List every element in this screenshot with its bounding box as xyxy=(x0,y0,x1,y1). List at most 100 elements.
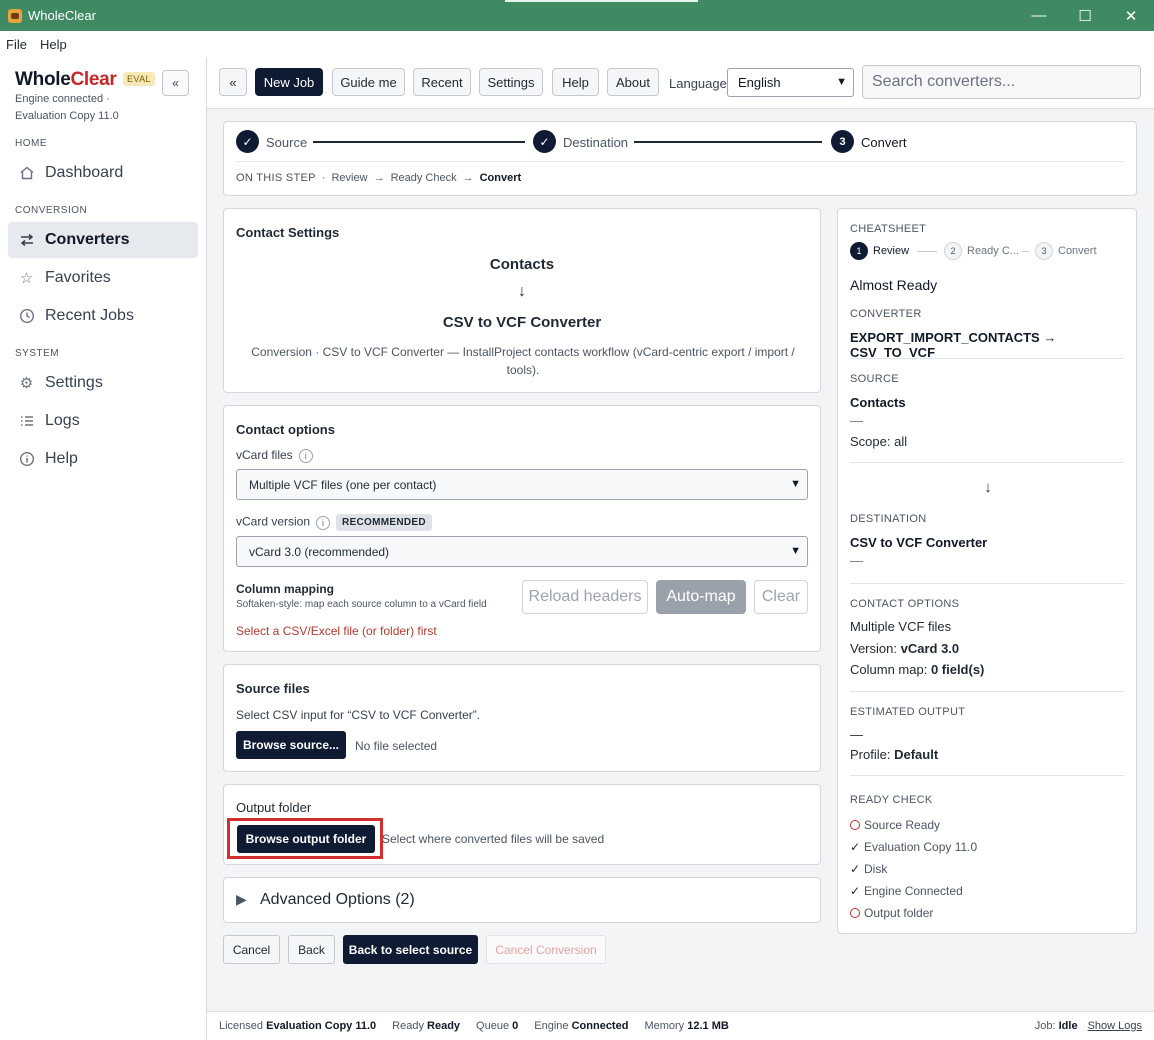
title-bar: WholeClear — ☐ ✕ xyxy=(0,0,1154,31)
source-files-panel: Source files Select CSV input for “CSV t… xyxy=(223,664,821,772)
toolbar-back-button[interactable]: « xyxy=(219,68,247,96)
step-source-label[interactable]: Source xyxy=(266,135,307,150)
search-input[interactable]: Search converters... xyxy=(862,65,1141,99)
nav-section-home: HOME xyxy=(15,138,47,149)
close-icon[interactable]: ✕ xyxy=(1108,0,1154,31)
nav-section-conversion: CONVERSION xyxy=(15,205,88,216)
cheatsheet-title: CHEATSHEET xyxy=(850,223,927,235)
home-icon xyxy=(18,165,35,182)
vcard-version-label: vCard version i RECOMMENDED xyxy=(236,514,432,531)
ready-check-item: Output folder xyxy=(850,906,933,920)
readiness-status: Almost Ready xyxy=(850,277,938,293)
language-label: Language xyxy=(669,76,727,91)
select-value: vCard 3.0 (recommended) xyxy=(249,544,390,559)
eval-badge: EVAL xyxy=(123,72,155,86)
column-mapping-hint: Softaken-style: map each source column t… xyxy=(236,599,487,610)
vcard-files-select[interactable]: Multiple VCF files (one per contact) ▼ xyxy=(236,469,808,500)
sidebar-item-label: Logs xyxy=(45,412,80,429)
sidebar-item-dashboard[interactable]: Dashboard xyxy=(8,155,198,191)
sidebar-item-logs[interactable]: Logs xyxy=(8,403,198,439)
ready-check-heading: READY CHECK xyxy=(850,794,933,806)
status-memory: Memory 12.1 MB xyxy=(644,1020,729,1032)
help-button[interactable]: Help xyxy=(552,68,599,96)
column-map-line: Column map: 0 field(s) xyxy=(850,662,985,677)
language-select[interactable]: English ▼ xyxy=(727,68,854,97)
maximize-icon[interactable]: ☐ xyxy=(1062,0,1108,31)
back-to-select-source-button[interactable]: Back to select source xyxy=(343,935,478,964)
guide-me-button[interactable]: Guide me xyxy=(332,68,405,96)
browse-source-button[interactable]: Browse source... xyxy=(236,731,346,759)
estimated-output-dash: — xyxy=(850,727,863,742)
mapping-warning: Select a CSV/Excel file (or folder) firs… xyxy=(236,624,437,638)
recent-button[interactable]: Recent xyxy=(413,68,471,96)
brand-logo: WholeClear xyxy=(15,69,117,90)
contact-settings-panel: Contact Settings Contacts ↓ CSV to VCF C… xyxy=(223,208,821,393)
down-arrow-icon: ↓ xyxy=(984,479,992,496)
step-connector xyxy=(1022,251,1029,252)
ready-check-item: ✓ Evaluation Copy 11.0 xyxy=(849,840,978,854)
destination-value: CSV to VCF Converter xyxy=(850,535,988,550)
show-logs-link[interactable]: Show Logs xyxy=(1088,1020,1142,1032)
destination-dash: — xyxy=(850,553,863,568)
sidebar-item-settings[interactable]: ⚙ Settings xyxy=(8,365,198,401)
converter-description: Conversion · CSV to VCF Converter — Inst… xyxy=(251,345,795,377)
menu-help[interactable]: Help xyxy=(40,37,67,52)
info-icon[interactable]: i xyxy=(316,515,331,530)
menu-file[interactable]: File xyxy=(6,37,27,52)
estimated-output-heading: ESTIMATED OUTPUT xyxy=(850,706,966,718)
cancel-button[interactable]: Cancel xyxy=(223,935,280,964)
reload-headers-button[interactable]: Reload headers xyxy=(522,580,648,614)
status-ready: Ready Ready xyxy=(392,1020,461,1032)
auto-map-button[interactable]: Auto-map xyxy=(656,580,746,614)
profile-line: Profile: Default xyxy=(850,747,939,762)
collapse-sidebar-button[interactable]: « xyxy=(162,70,189,96)
sidebar-item-favorites[interactable]: ☆ Favorites xyxy=(8,260,198,296)
sidebar-item-recent-jobs[interactable]: Recent Jobs xyxy=(8,298,198,334)
step-connector xyxy=(634,141,822,143)
clear-mapping-button[interactable]: Clear xyxy=(754,580,808,614)
step-convert-label: Convert xyxy=(861,135,907,150)
cancel-conversion-button[interactable]: Cancel Conversion xyxy=(486,935,606,964)
ready-check-item: ✓ Engine Connected xyxy=(849,884,963,898)
sidebar-item-label: Favorites xyxy=(45,269,111,286)
new-job-button[interactable]: New Job xyxy=(255,68,323,96)
divider xyxy=(850,462,1124,463)
info-icon[interactable]: i xyxy=(298,448,313,463)
about-button[interactable]: About xyxy=(607,68,659,96)
sidebar-item-help[interactable]: Help xyxy=(8,441,198,477)
chevron-down-icon: ▼ xyxy=(836,76,847,88)
title-bar-accent xyxy=(505,0,698,2)
back-button[interactable]: Back xyxy=(288,935,335,964)
check-icon: ✓ xyxy=(849,840,861,854)
vcard-version-select[interactable]: vCard 3.0 (recommended) ▼ xyxy=(236,536,808,567)
app-logo-icon xyxy=(8,8,22,23)
info-icon xyxy=(18,451,35,468)
step-destination-label[interactable]: Destination xyxy=(563,135,628,150)
edition-label: Evaluation Copy 11.0 xyxy=(15,110,119,122)
contact-options-heading: CONTACT OPTIONS xyxy=(850,598,960,610)
toolbar: « New Job Guide me Recent Settings Help … xyxy=(207,57,1154,109)
panel-title: Contact Settings xyxy=(236,225,340,240)
source-name: Contacts xyxy=(489,256,555,273)
sidebar-item-label: Help xyxy=(45,450,78,467)
step-breadcrumb: ON THIS STEP · Review → Ready Check → Co… xyxy=(236,172,522,184)
window-title: WholeClear xyxy=(28,8,96,23)
step-number: 3 xyxy=(831,130,854,153)
down-arrow-icon: ↓ xyxy=(518,283,526,300)
sidebar-item-label: Recent Jobs xyxy=(45,307,134,324)
minimize-icon[interactable]: — xyxy=(1016,0,1062,31)
panel-title: Source files xyxy=(236,681,310,696)
cheatsheet-step-review: 1 Review xyxy=(850,242,909,260)
step-connector xyxy=(917,251,937,252)
wizard-stepper: ✓ Source ✓ Destination 3 Convert ON THIS… xyxy=(223,121,1137,196)
clock-icon xyxy=(18,308,35,325)
status-licensed: Licensed Evaluation Copy 11.0 xyxy=(219,1020,377,1032)
sidebar: WholeClear EVAL « Engine connected · Eva… xyxy=(0,57,207,1040)
sidebar-item-converters[interactable]: Converters xyxy=(8,222,198,258)
contact-options-panel: Contact options vCard files i Multiple VC… xyxy=(223,405,821,652)
step-done-check-icon: ✓ xyxy=(236,130,259,153)
advanced-options-toggle[interactable]: ▶ Advanced Options (2) xyxy=(223,877,821,923)
recommended-badge: RECOMMENDED xyxy=(336,514,432,531)
settings-button[interactable]: Settings xyxy=(479,68,543,96)
language-value: English xyxy=(738,75,781,90)
